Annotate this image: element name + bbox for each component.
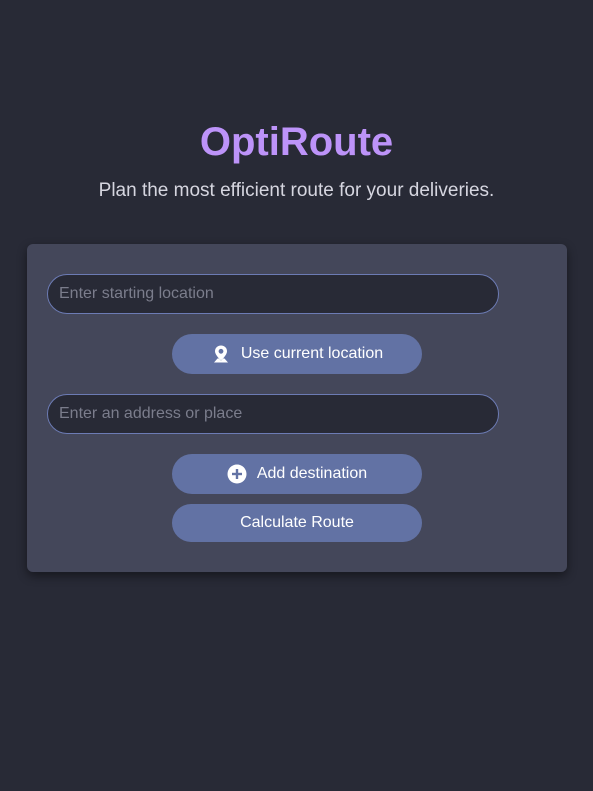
plus-circle-icon (227, 464, 247, 484)
use-current-location-button[interactable]: Use current location (172, 334, 422, 374)
add-destination-label: Add destination (256, 465, 368, 482)
destination-input[interactable] (47, 394, 499, 434)
map-pin-icon (211, 344, 231, 364)
add-destination-button[interactable]: Add destination (172, 454, 422, 494)
app-page: OptiRoute Plan the most efficient route … (0, 0, 593, 791)
use-current-location-label: Use current location (240, 345, 384, 362)
starting-location-input[interactable] (47, 274, 499, 314)
calculate-route-label: Calculate Route (240, 514, 354, 531)
route-form-card: Use current location Add destination Cal… (27, 244, 567, 572)
calculate-route-button[interactable]: Calculate Route (172, 504, 422, 542)
app-subtitle: Plan the most efficient route for your d… (98, 180, 495, 201)
app-title: OptiRoute (199, 120, 394, 164)
